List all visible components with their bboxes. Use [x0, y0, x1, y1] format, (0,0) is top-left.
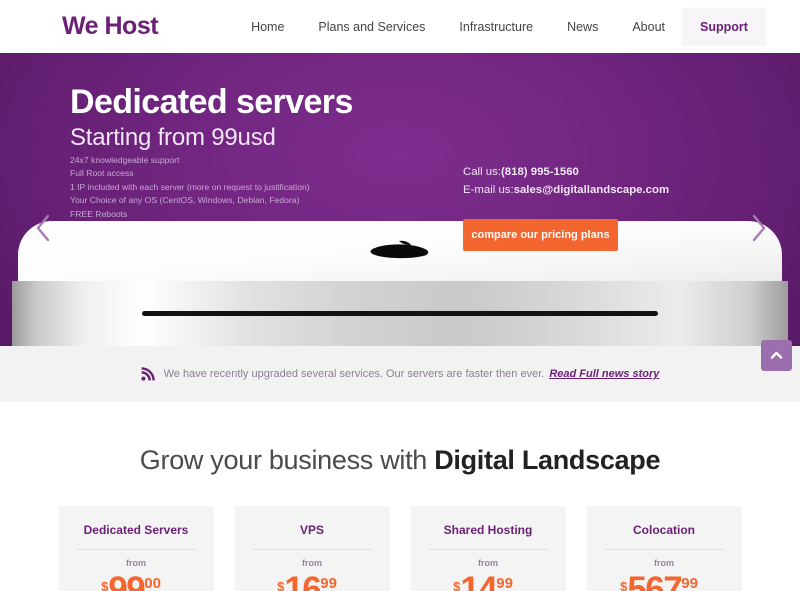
pricing-card-divider	[75, 549, 197, 550]
price-currency: $	[101, 579, 109, 591]
pricing-card-list: Dedicated Servers from $ 99 00 /month VP…	[0, 506, 800, 591]
pricing-card-from-label: from	[302, 558, 322, 568]
grow-heading: Grow your business with Digital Landscap…	[0, 445, 800, 476]
contact-phone-line: Call us:(818) 995-1560	[463, 163, 669, 181]
pricing-card-colocation[interactable]: Colocation from $ 567 99 /month	[586, 506, 742, 591]
contact-phone-label: Call us:	[463, 166, 501, 178]
pricing-card-from-label: from	[478, 558, 498, 568]
grow-heading-highlight: Digital Landscape	[434, 445, 661, 475]
grow-section: Grow your business with Digital Landscap…	[0, 402, 800, 476]
nav-item-support[interactable]: Support	[682, 7, 766, 46]
price-whole: 14	[460, 570, 497, 591]
pricing-card-title: Colocation	[633, 523, 695, 537]
chevron-up-icon	[770, 351, 783, 359]
price-cents: 99	[320, 575, 337, 591]
carousel-next-arrow-icon[interactable]	[748, 211, 770, 245]
contact-phone-value[interactable]: (818) 995-1560	[501, 166, 579, 178]
scroll-to-top-button[interactable]	[761, 340, 792, 371]
price-whole: 16	[284, 570, 321, 591]
price-whole: 567	[627, 570, 682, 591]
hero-feature-item: 1 IP included with each server (more on …	[70, 181, 310, 192]
price-cents: 99	[681, 575, 698, 591]
nav-item-plans-and-services[interactable]: Plans and Services	[301, 8, 442, 46]
hero-feature-item: FREE Reboots	[70, 208, 128, 219]
hero-feature-item: Full Root access	[70, 168, 134, 179]
pricing-card-title: VPS	[299, 523, 324, 537]
nav-item-infrastructure[interactable]: Infrastructure	[442, 8, 550, 46]
hero-feature-item: Your Choice of any OS (CentOS, Windows, …	[70, 195, 300, 206]
contact-email-line: E-mail us:sales@digitallandscape.com	[463, 181, 669, 199]
pricing-card-price: $ 567 99 /month	[587, 572, 742, 591]
news-text: We have recently upgraded several servic…	[163, 368, 545, 380]
grow-heading-lead: Grow your business with	[139, 445, 435, 475]
hero-title: Dedicated servers	[70, 83, 353, 121]
pricing-card-price: $ 99 00 /month	[59, 572, 214, 591]
nav-item-news[interactable]: News	[550, 8, 615, 46]
pricing-card-from-label: from	[126, 558, 146, 568]
carousel-prev-arrow-icon[interactable]	[32, 211, 54, 245]
nav-item-home[interactable]: Home	[234, 8, 301, 46]
pricing-card-dedicated-servers[interactable]: Dedicated Servers from $ 99 00 /month	[58, 506, 214, 591]
price-currency: $	[277, 579, 285, 591]
pricing-card-price: $ 16 99 /month	[235, 572, 390, 591]
contact-email-label: E-mail us:	[463, 184, 514, 196]
price-cents: 99	[496, 575, 513, 591]
site-header: We Host Home Plans and Services Infrastr…	[0, 0, 800, 53]
news-read-full-story-link[interactable]: Read Full news story	[549, 368, 659, 380]
pricing-card-title: Shared Hosting	[443, 523, 533, 537]
hero-feature-list: 24x7 knowledgeable support Full Root acc…	[70, 154, 310, 221]
hero-contact-block: Call us:(818) 995-1560 E-mail us:sales@d…	[463, 163, 669, 199]
pricing-card-title: Dedicated Servers	[83, 523, 189, 537]
pricing-card-divider	[251, 549, 373, 550]
pricing-card-price: $ 14 99 /month	[411, 572, 566, 591]
nav-item-about[interactable]: About	[615, 8, 682, 46]
price-cents: 00	[144, 575, 161, 591]
pricing-card-shared-hosting[interactable]: Shared Hosting from $ 14 99 /month	[410, 506, 566, 591]
pricing-card-vps[interactable]: VPS from $ 16 99 /month	[234, 506, 390, 591]
price-whole: 99	[108, 570, 145, 591]
pricing-card-divider	[427, 549, 549, 550]
site-logo[interactable]: We Host	[62, 12, 159, 41]
news-ticker-bar: We have recently upgraded several servic…	[0, 340, 800, 402]
rss-icon	[141, 367, 155, 381]
hero-subtitle: Starting from 99usd	[70, 124, 276, 151]
pricing-card-divider	[603, 549, 725, 550]
main-navigation: Home Plans and Services Infrastructure N…	[234, 7, 766, 46]
hero-feature-item: 24x7 knowledgeable support	[70, 155, 180, 165]
hero-carousel: Dedicated servers Starting from 99usd 24…	[0, 53, 800, 346]
compare-pricing-plans-button[interactable]: compare our pricing plans	[463, 219, 618, 251]
price-currency: $	[620, 579, 628, 591]
contact-email-value[interactable]: sales@digitallandscape.com	[514, 184, 669, 196]
price-currency: $	[453, 579, 461, 591]
pricing-card-from-label: from	[654, 558, 674, 568]
